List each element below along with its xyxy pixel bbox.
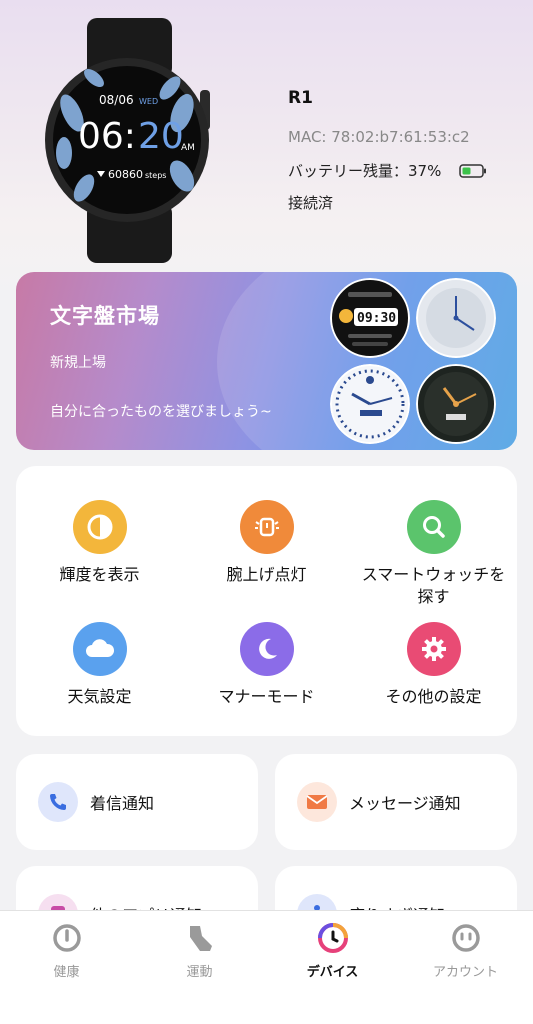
- phone-icon: [38, 782, 78, 822]
- envelope-icon: [297, 782, 337, 822]
- function-grid: 輝度を表示 腕上げ点灯 スマートウォッチを探す 天気設定 マナーモード その他の…: [16, 466, 517, 736]
- tab-account-label: アカウント: [432, 965, 498, 980]
- find-watch-label: スマートウォッチを探す: [361, 565, 506, 606]
- gear-icon: [406, 622, 461, 676]
- watch-ampm: AM: [181, 143, 195, 153]
- battery-icon: [459, 163, 487, 178]
- account-icon: [449, 921, 483, 955]
- banner-subtitle: 新規上場: [50, 355, 106, 371]
- watch-face-preview-1[interactable]: 09:30: [330, 278, 410, 358]
- tab-device-label: デバイス: [306, 965, 359, 980]
- find-watch-button[interactable]: スマートウォッチを探す: [350, 500, 517, 608]
- cloud-icon: [72, 622, 127, 676]
- watch-face-preview-2[interactable]: [416, 278, 496, 358]
- shoe-icon: [183, 921, 217, 955]
- battery-text: バッテリー残量：37%: [288, 162, 442, 180]
- tab-bar: 健康 運動 デバイス アカウント: [0, 910, 533, 1024]
- watch-minute: 20: [138, 116, 184, 157]
- message-notification-label: メッセージ通知: [349, 794, 461, 813]
- watch-date: 08/06: [99, 93, 134, 107]
- other-settings-label: その他の設定: [385, 687, 482, 706]
- watch-face-preview-3[interactable]: [330, 364, 410, 444]
- health-icon: [50, 921, 84, 955]
- do-not-disturb-button[interactable]: マナーモード: [183, 622, 350, 708]
- other-settings-button[interactable]: その他の設定: [350, 622, 517, 708]
- face1-time: 09:30: [357, 311, 396, 326]
- device-icon: [316, 921, 350, 955]
- connection-status: 接続済: [288, 194, 334, 212]
- search-icon: [406, 500, 461, 554]
- wrist-raise-button[interactable]: 腕上げ点灯: [183, 500, 350, 586]
- weather-button[interactable]: 天気設定: [16, 622, 183, 708]
- tab-health-label: 健康: [53, 965, 80, 980]
- watch-day: WED: [139, 97, 158, 106]
- brightness-label: 輝度を表示: [59, 565, 140, 584]
- watch-face-preview-4[interactable]: [416, 364, 496, 444]
- brightness-button[interactable]: 輝度を表示: [16, 500, 183, 586]
- tab-device[interactable]: デバイス: [266, 921, 399, 980]
- call-notification-label: 着信通知: [90, 794, 155, 813]
- device-header: 08/06 WED 06: 20 AM 60860 steps R1 MAC: …: [0, 0, 533, 270]
- weather-label: 天気設定: [67, 687, 132, 706]
- watch-steps: 60860: [108, 168, 143, 181]
- do-not-disturb-label: マナーモード: [218, 687, 315, 706]
- tab-account[interactable]: アカウント: [399, 921, 532, 980]
- call-notification-card[interactable]: 着信通知: [16, 754, 258, 850]
- device-name: R1: [288, 88, 313, 108]
- wrist-raise-label: 腕上げ点灯: [226, 565, 307, 584]
- brightness-icon: [72, 500, 127, 554]
- tab-health[interactable]: 健康: [0, 921, 133, 980]
- watch-hour: 06:: [78, 116, 136, 157]
- watch-steps-unit: steps: [145, 171, 166, 180]
- tab-exercise[interactable]: 運動: [133, 921, 266, 980]
- banner-description: 自分に合ったものを選びましょう~: [50, 404, 272, 420]
- moon-icon: [239, 622, 294, 676]
- device-mac: MAC: 78:02:b7:61:53:c2: [288, 128, 470, 146]
- watch-face-market-banner[interactable]: 文字盤市場 新規上場 自分に合ったものを選びましょう~ 09:30: [16, 272, 517, 450]
- watch-image: 08/06 WED 06: 20 AM 60860 steps: [45, 18, 210, 263]
- device-battery: バッテリー残量：37%: [288, 160, 487, 181]
- wrist-raise-icon: [239, 500, 294, 554]
- tab-exercise-label: 運動: [186, 965, 213, 980]
- banner-title: 文字盤市場: [50, 304, 160, 328]
- message-notification-card[interactable]: メッセージ通知: [275, 754, 517, 850]
